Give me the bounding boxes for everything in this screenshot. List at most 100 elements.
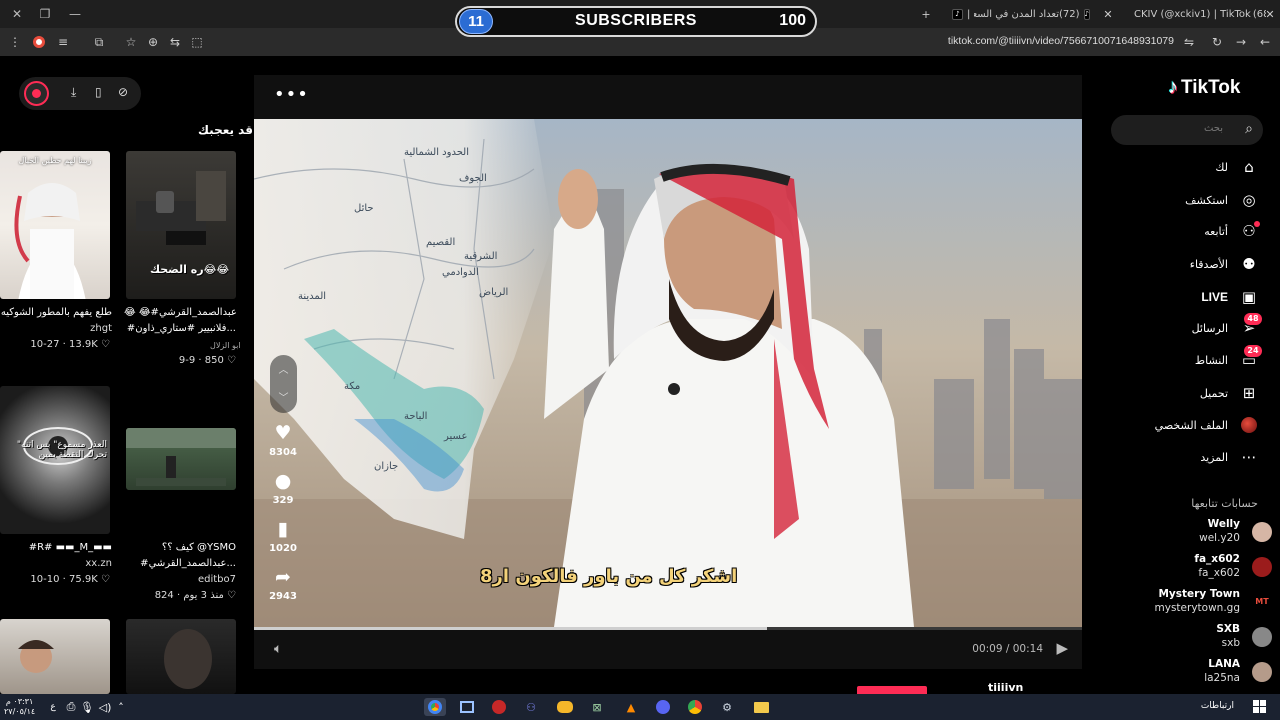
- tab-1[interactable]: CKIV (@xckiv1) | TikTok(68) | TikTok♪: [1134, 2, 1266, 26]
- new-tab-button[interactable]: +: [916, 4, 936, 24]
- save-action[interactable]: ▮ 1020: [263, 518, 303, 554]
- card-author[interactable]: zhgt: [0, 323, 112, 334]
- obs-icon[interactable]: [654, 698, 672, 716]
- play-icon[interactable]: ▶: [1056, 639, 1068, 657]
- following-account[interactable]: fa_x602 fa_x602: [1122, 553, 1272, 583]
- card-title-line2[interactable]: #فلانبيير #ستاري_ذاون...: [124, 323, 236, 334]
- following-account[interactable]: SXB sxb: [1122, 623, 1272, 653]
- tab-2-active[interactable]: ♪(72)تعداد المدن في السعودية |: [974, 2, 1094, 26]
- video-thumbnail[interactable]: ره الضحك😂😂: [126, 151, 236, 299]
- sidebar-item-activity[interactable]: النشاط ▭ 24: [1195, 345, 1262, 371]
- video-thumbnail[interactable]: [0, 619, 110, 694]
- back-icon[interactable]: ←: [1256, 33, 1274, 51]
- previous-video-icon[interactable]: ︿: [270, 361, 297, 376]
- svg-text:الحدود الشمالية: الحدود الشمالية: [404, 147, 469, 158]
- search-icon[interactable]: ⌕: [1245, 121, 1253, 137]
- next-video-icon[interactable]: ﹀: [270, 389, 297, 404]
- chevron-up-icon[interactable]: ˄: [112, 698, 130, 716]
- browser-icon[interactable]: [686, 698, 704, 716]
- sidebar-item-upload[interactable]: تحميل ⊞: [1200, 382, 1258, 404]
- restore-window-icon[interactable]: ❐: [30, 0, 60, 28]
- card-title[interactable]: #R# ▬▬_M_▬▬: [0, 542, 112, 553]
- following-account[interactable]: LANA la25na: [1122, 658, 1272, 688]
- tab-close-icon[interactable]: ✕: [1260, 4, 1280, 24]
- puzzle-extensions-icon[interactable]: ⧉: [90, 33, 108, 51]
- sidebar-item-friends[interactable]: الأصدقاء ⚉: [1190, 253, 1258, 275]
- heart-icon: ♥: [274, 422, 292, 444]
- card-author[interactable]: editbo7: [124, 574, 236, 585]
- language-indicator[interactable]: ع: [44, 698, 62, 716]
- compass-small-icon[interactable]: ⊘: [118, 85, 128, 99]
- sidebar-item-messages[interactable]: الرسائل ➢ 48: [1192, 313, 1262, 339]
- steam-icon[interactable]: ⚙: [718, 698, 736, 716]
- card-title-line2[interactable]: #عبدالصمد_القرشي...: [124, 558, 236, 569]
- site-settings-icon[interactable]: ⇋: [1180, 33, 1198, 51]
- chrome-icon[interactable]: [424, 698, 446, 716]
- card-author[interactable]: ابو الزلال: [210, 341, 241, 350]
- video-thumbnail[interactable]: زيبنا لهم حطين الخيال: [0, 151, 110, 299]
- inbox-icon: ▭ 24: [1240, 345, 1262, 369]
- heart-outline-icon: ♡: [101, 339, 110, 350]
- more-options-icon[interactable]: •••: [274, 84, 309, 105]
- playlist-icon[interactable]: ≡: [54, 33, 72, 51]
- sidebar-item-live[interactable]: LIVE ▣: [1201, 286, 1258, 308]
- sidebar-item-more[interactable]: المزيد ⋯: [1200, 446, 1258, 468]
- video-frame-image: الجوف حائل القصيم الرياض المدينة مكة الب…: [254, 119, 1082, 627]
- forward-icon[interactable]: →: [1232, 33, 1250, 51]
- minimize-window-icon[interactable]: —: [60, 0, 90, 28]
- card-title[interactable]: طلع يفهم بالمطور الشوكيه: [0, 307, 112, 318]
- people-icon[interactable]: ⚇: [522, 698, 540, 716]
- avatar: MT: [1252, 592, 1272, 612]
- card-title[interactable]: 😂 😂#عبدالصمد_القرشي: [124, 307, 236, 318]
- author-name[interactable]: tiiiivn: [988, 681, 1023, 694]
- following-account[interactable]: Welly wel.y20: [1122, 518, 1272, 548]
- url-field[interactable]: tiktok.com/@tiiiivn/video/75667100716489…: [948, 35, 1174, 47]
- card-author[interactable]: xx.zn: [0, 558, 112, 569]
- tiktok-logo[interactable]: ♪ TikTok: [1168, 76, 1240, 99]
- sidebar-item-profile[interactable]: الملف الشخصي: [1155, 414, 1258, 436]
- sidebar-item-explore[interactable]: استكشف ◎: [1185, 189, 1258, 211]
- card-meta: 10-10 · 75.9K ♡: [30, 574, 110, 585]
- reload-icon[interactable]: ↻: [1208, 33, 1226, 51]
- extension-red-icon[interactable]: [30, 33, 48, 51]
- following-account[interactable]: MT Mystery Town mysterytown.gg: [1122, 588, 1272, 618]
- game-icon[interactable]: [490, 698, 508, 716]
- microphone-icon[interactable]: 🎙︎: [78, 698, 96, 716]
- zoom-icon[interactable]: ⊕: [144, 33, 162, 51]
- video-thumbnail[interactable]: [126, 619, 236, 694]
- svg-text:عسير: عسير: [443, 431, 467, 442]
- svg-text:القصيم: القصيم: [426, 237, 455, 248]
- tasks-icon[interactable]: [458, 698, 476, 716]
- video-player[interactable]: الجوف حائل القصيم الرياض المدينة مكة الب…: [254, 119, 1082, 627]
- search-input[interactable]: بحث ⌕: [1111, 115, 1263, 145]
- video-thumbnail[interactable]: "العذر مسموع" بس اتنه تحرك النقطة يمين: [0, 386, 110, 534]
- translate-icon[interactable]: ⇆: [166, 33, 184, 51]
- video-thumbnail[interactable]: [126, 428, 236, 490]
- progress-bar[interactable]: [254, 627, 1082, 630]
- screenshot-icon[interactable]: ⬚: [188, 33, 206, 51]
- discord-icon[interactable]: [556, 698, 574, 716]
- svg-text:مكة: مكة: [344, 381, 360, 392]
- video-nav-arrows: ︿ ﹀: [270, 355, 297, 413]
- links-toolbar[interactable]: ارتباطات: [1201, 701, 1234, 711]
- sidebar-item-foryou[interactable]: لك ⌂: [1215, 156, 1258, 178]
- clock[interactable]: ٠٣:٣١ م ٢٧/٠٥/١٤: [4, 697, 35, 717]
- like-action[interactable]: ♥ 8304: [263, 422, 303, 458]
- vlc-icon[interactable]: ▲: [622, 698, 640, 716]
- card-title[interactable]: كيف ؟؟ @YSMO: [124, 542, 236, 553]
- excel-icon[interactable]: ⊠: [588, 698, 606, 716]
- menu-dots-icon[interactable]: ⋮: [6, 33, 24, 51]
- sidebar-item-following[interactable]: أتابعه ⚇: [1204, 220, 1260, 242]
- windows-start-icon[interactable]: [1253, 700, 1266, 713]
- follow-button[interactable]: [857, 686, 927, 694]
- volume-icon[interactable]: 🔈︎: [274, 641, 282, 657]
- share-action[interactable]: ➦ 2943: [263, 566, 303, 602]
- phone-icon[interactable]: ▯: [95, 85, 102, 99]
- bookmark-star-icon[interactable]: ☆: [122, 33, 140, 51]
- tab-close-icon[interactable]: ✕: [1098, 4, 1118, 24]
- close-window-icon[interactable]: ✕: [2, 0, 32, 28]
- record-icon[interactable]: [24, 81, 49, 106]
- download-icon[interactable]: ⤓: [71, 85, 76, 100]
- comment-action[interactable]: ● 329: [263, 470, 303, 506]
- folder-icon[interactable]: [752, 698, 770, 716]
